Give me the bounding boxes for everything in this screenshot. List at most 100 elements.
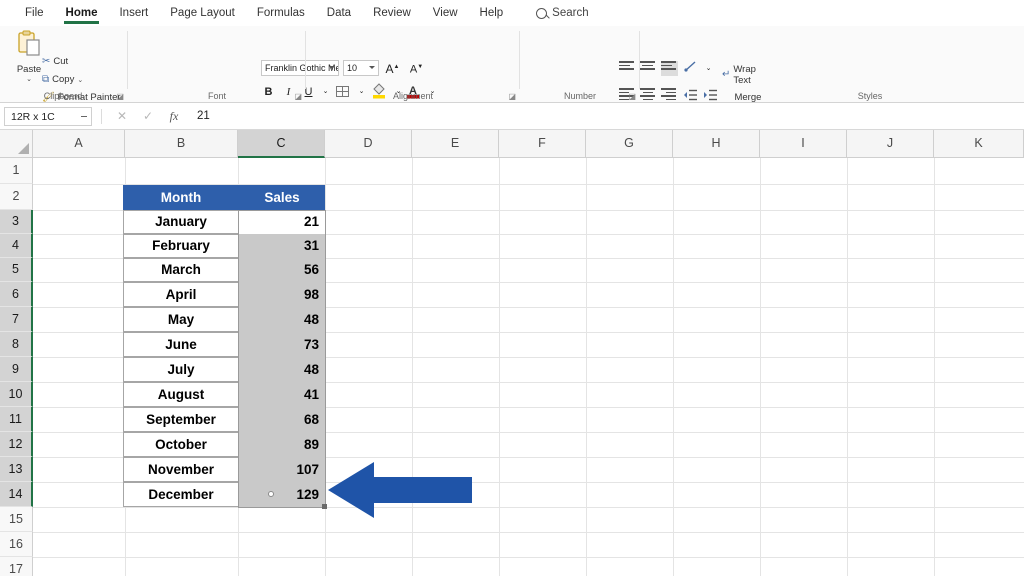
row-header-6[interactable]: 6 [0, 282, 33, 307]
cell-text: 73 [303, 336, 319, 352]
tab-data[interactable]: Data [316, 3, 362, 24]
copy-chevron-down-icon[interactable]: ⌄ [77, 76, 83, 84]
column-header-a[interactable]: A [33, 130, 125, 158]
row-header-13[interactable]: 13 [0, 457, 33, 482]
column-header-f[interactable]: F [499, 130, 586, 158]
formula-input[interactable]: 21 [191, 106, 1018, 126]
cell-text: November [147, 461, 215, 477]
column-header-h[interactable]: H [673, 130, 760, 158]
column-header-g[interactable]: G [586, 130, 673, 158]
cut-button[interactable]: ✂ Cut [42, 56, 68, 67]
tab-review[interactable]: Review [362, 3, 422, 24]
search-box[interactable]: Search [536, 7, 589, 19]
cut-label: Cut [53, 56, 69, 67]
clipboard-dialog-launcher[interactable]: ◪ [116, 92, 124, 101]
cell-text: 31 [303, 238, 319, 254]
cell-text: July [167, 361, 195, 377]
cell-C9[interactable]: 48 [239, 357, 325, 382]
tab-insert[interactable]: Insert [108, 3, 159, 24]
row-header-3[interactable]: 3 [0, 210, 33, 234]
ribbon-group-alignment: ⌄ ↵ Wrap Text Merge Alignment ◪ [306, 26, 772, 125]
row-header-4[interactable]: 4 [0, 234, 33, 258]
cell-B4[interactable]: February [123, 234, 239, 258]
column-header-k[interactable]: K [934, 130, 1024, 158]
gridline [673, 158, 674, 576]
row-header-14[interactable]: 14 [0, 482, 33, 507]
gridline [760, 158, 761, 576]
tab-page-layout[interactable]: Page Layout [159, 3, 246, 24]
cell-C11[interactable]: 68 [239, 407, 325, 432]
excel-window: File Home Insert Page Layout Formulas Da… [0, 0, 1024, 576]
cell-C13[interactable]: 107 [239, 457, 325, 482]
column-header-c[interactable]: C [238, 130, 325, 158]
cell-B9[interactable]: July [123, 357, 239, 382]
divider [101, 108, 102, 124]
row-header-11[interactable]: 11 [0, 407, 33, 432]
cell-text: 89 [303, 436, 319, 452]
cell-C10[interactable]: 41 [239, 382, 325, 407]
cell-C6[interactable]: 98 [239, 282, 325, 307]
cell-B14[interactable]: December [123, 482, 239, 507]
cell-C12[interactable]: 89 [239, 432, 325, 457]
tab-help[interactable]: Help [469, 3, 515, 24]
cell-text: September [146, 411, 216, 427]
copy-button[interactable]: ⧉ Copy ⌄ [42, 74, 83, 85]
cell-text: 41 [303, 386, 319, 402]
number-dialog-launcher[interactable]: ◪ [628, 92, 636, 101]
select-all-corner[interactable] [0, 130, 33, 158]
ribbon-group-clipboard: Paste ⌄ ✂ Cut ⧉ Copy ⌄ 🖌 Format Painter … [0, 26, 128, 103]
cell-B11[interactable]: September [123, 407, 239, 432]
cell-C5[interactable]: 56 [239, 258, 325, 282]
row-header-2[interactable]: 2 [0, 184, 33, 210]
gridline [934, 158, 935, 576]
row-header-5[interactable]: 5 [0, 258, 33, 282]
tab-view[interactable]: View [422, 3, 469, 24]
column-header-j[interactable]: J [847, 130, 934, 158]
tab-formulas[interactable]: Formulas [246, 3, 316, 24]
row-header-10[interactable]: 10 [0, 382, 33, 407]
row-header-17[interactable]: 17 [0, 557, 33, 576]
name-box[interactable]: 12R x 1C [4, 106, 92, 126]
insert-function-button[interactable]: fx [161, 109, 187, 124]
row-header-1[interactable]: 1 [0, 158, 33, 184]
cell-B3[interactable]: January [123, 210, 239, 234]
cell-B13[interactable]: November [123, 457, 239, 482]
cell-B5[interactable]: March [123, 258, 239, 282]
tab-file[interactable]: File [14, 3, 55, 24]
cell-C7[interactable]: 48 [239, 307, 325, 332]
cell-C14[interactable]: 129 [239, 482, 325, 507]
tab-home[interactable]: Home [55, 3, 109, 24]
chevron-down-icon[interactable] [81, 115, 87, 117]
row-header-8[interactable]: 8 [0, 332, 33, 357]
worksheet-grid[interactable]: A B C D E F G H I J K 1 2 3 4 5 6 7 8 9 … [0, 130, 1024, 576]
row-header-9[interactable]: 9 [0, 357, 33, 382]
alignment-group-label: Alignment [392, 91, 434, 101]
alignment-dialog-launcher[interactable]: ◪ [508, 92, 516, 101]
row-header-15[interactable]: 15 [0, 507, 33, 532]
row-header-12[interactable]: 12 [0, 432, 33, 457]
row-header-7[interactable]: 7 [0, 307, 33, 332]
cell-text: October [155, 436, 207, 452]
column-header-b[interactable]: B [125, 130, 238, 158]
clipboard-group-label: Clipboard [43, 91, 83, 101]
column-header-e[interactable]: E [412, 130, 499, 158]
enter-formula-button[interactable]: ✓ [135, 109, 161, 123]
cell-text: 107 [296, 461, 319, 477]
cell-B6[interactable]: April [123, 282, 239, 307]
cell-C4[interactable]: 31 [239, 234, 325, 258]
font-dialog-launcher[interactable]: ◪ [294, 92, 302, 101]
cell-text: 129 [296, 486, 319, 502]
cell-B10[interactable]: August [123, 382, 239, 407]
row-header-16[interactable]: 16 [0, 532, 33, 557]
cell-B2-month-header[interactable]: Month [123, 185, 239, 210]
cell-C8[interactable]: 73 [239, 332, 325, 357]
cell-B8[interactable]: June [123, 332, 239, 357]
cell-C2-sales-header[interactable]: Sales [239, 185, 325, 210]
cell-C3[interactable]: 21 [239, 210, 325, 234]
cell-B7[interactable]: May [123, 307, 239, 332]
gridline [499, 158, 500, 576]
column-header-d[interactable]: D [325, 130, 412, 158]
column-header-i[interactable]: I [760, 130, 847, 158]
cancel-formula-button[interactable]: ✕ [109, 109, 135, 123]
cell-B12[interactable]: October [123, 432, 239, 457]
